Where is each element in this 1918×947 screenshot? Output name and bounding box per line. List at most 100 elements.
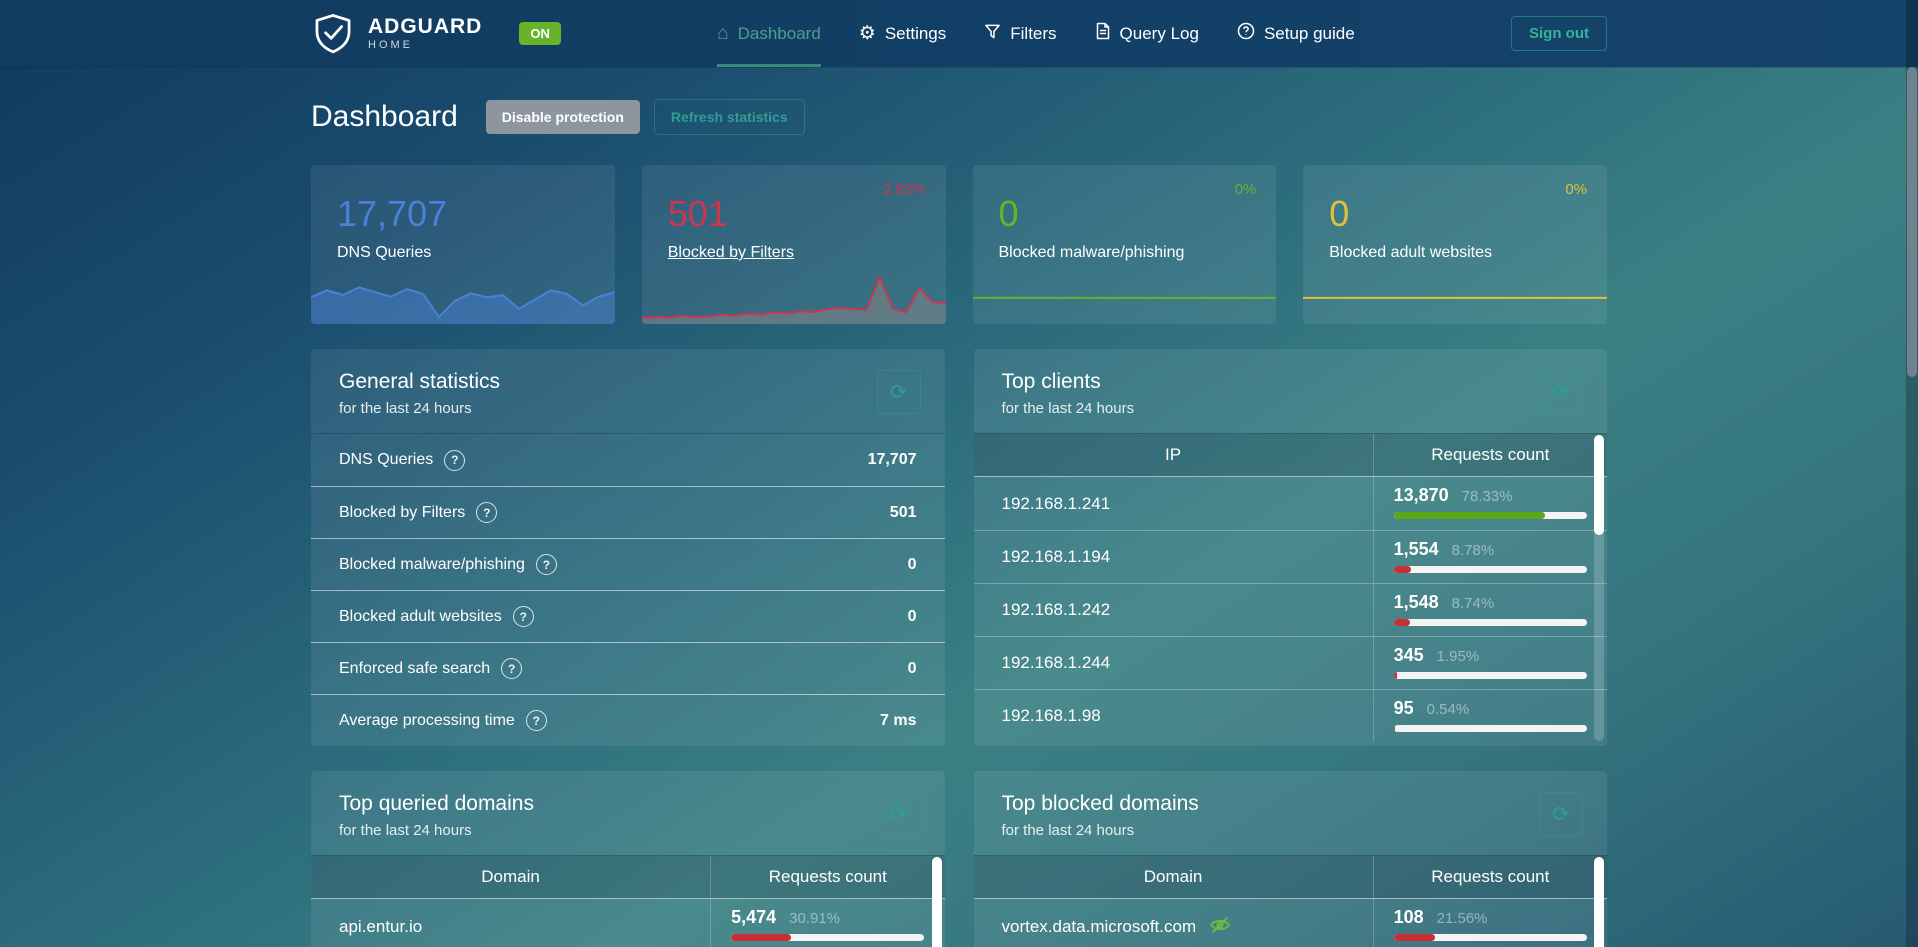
- nav-item-setup-guide[interactable]: Setup guide: [1237, 0, 1355, 67]
- stat-percent: 2.83%: [883, 181, 926, 198]
- page-title: Dashboard: [311, 100, 458, 134]
- help-circle-icon: [1237, 22, 1255, 45]
- blocked-by-filters-link[interactable]: Blocked by Filters: [668, 244, 794, 262]
- requests-bar: [1394, 725, 1587, 732]
- top-blocked-domains-panel: Top blocked domains for the last 24 hour…: [974, 771, 1608, 947]
- stat-row-safe-search: Enforced safe search? 0: [311, 642, 945, 694]
- stat-label: DNS Queries: [337, 244, 615, 262]
- help-icon[interactable]: ?: [536, 554, 557, 575]
- stat-card-blocked-malware: 0% 0 Blocked malware/phishing: [973, 165, 1277, 324]
- refresh-icon[interactable]: ⟳: [1539, 370, 1583, 414]
- scrollbar-thumb[interactable]: [932, 857, 942, 947]
- page-title-row: Dashboard Disable protection Refresh sta…: [311, 97, 1607, 137]
- panel-title: Top clients: [1002, 370, 1580, 394]
- client-row: 192.168.1.244 3451.95%: [974, 636, 1608, 689]
- domain-row: api.entur.io 5,47430.91%: [311, 899, 945, 947]
- blocked-adult-sparkline-chart: [1303, 266, 1607, 324]
- stat-row-processing-time: Average processing time? 7 ms: [311, 694, 945, 746]
- panel-title: Top queried domains: [339, 792, 917, 816]
- table-header: IP Requests count: [974, 433, 1608, 477]
- stat-percent: 0%: [1565, 181, 1587, 198]
- requests-bar: [1394, 672, 1587, 679]
- gear-icon: ⚙: [859, 24, 876, 43]
- stat-value: 0: [999, 193, 1277, 235]
- stat-card-blocked-by-filters: 2.83% 501 Blocked by Filters: [642, 165, 946, 324]
- document-icon: [1095, 22, 1111, 45]
- stat-value: 501: [668, 193, 946, 235]
- table-header: Domain Requests count: [974, 855, 1608, 899]
- window-scrollbar-thumb[interactable]: [1907, 67, 1917, 377]
- nav-item-filters[interactable]: Filters: [984, 0, 1056, 67]
- eye-off-icon[interactable]: [1208, 913, 1232, 942]
- panel-title: General statistics: [339, 370, 917, 394]
- general-statistics-panel: General statistics for the last 24 hours…: [311, 349, 945, 746]
- panel-title: Top blocked domains: [1002, 792, 1580, 816]
- blocked-malware-sparkline-chart: [973, 266, 1277, 324]
- home-icon: ⌂: [717, 24, 728, 43]
- help-icon[interactable]: ?: [501, 658, 522, 679]
- adguard-shield-logo-icon: [311, 13, 355, 55]
- brand-name: ADGUARD: [368, 16, 482, 37]
- stat-row-blocked-adult: Blocked adult websites? 0: [311, 590, 945, 642]
- help-icon[interactable]: ?: [476, 502, 497, 523]
- top-clients-panel: Top clients for the last 24 hours ⟳ IP R…: [974, 349, 1608, 746]
- refresh-icon[interactable]: ⟳: [877, 370, 921, 414]
- requests-bar: [1394, 619, 1587, 626]
- stat-value: 17,707: [337, 193, 615, 235]
- stat-cards-row: 17,707 DNS Queries 2.83% 501 Blocked by …: [311, 165, 1607, 324]
- stat-row-dns-queries: DNS Queries? 17,707: [311, 434, 945, 486]
- panel-subtitle: for the last 24 hours: [339, 822, 917, 839]
- nav-item-query-log[interactable]: Query Log: [1095, 0, 1199, 67]
- help-icon[interactable]: ?: [526, 710, 547, 731]
- panel-subtitle: for the last 24 hours: [1002, 400, 1580, 417]
- window-scrollbar[interactable]: [1906, 0, 1918, 947]
- brand: ADGUARD HOME ON: [311, 0, 561, 67]
- scrollbar-thumb[interactable]: [1594, 857, 1604, 947]
- top-queried-domains-panel: Top queried domains for the last 24 hour…: [311, 771, 945, 947]
- scrollbar-thumb[interactable]: [1594, 435, 1604, 535]
- top-nav-bar: ADGUARD HOME ON ⌂ Dashboard ⚙ Settings: [0, 0, 1918, 67]
- client-row: 192.168.1.242 1,5488.74%: [974, 583, 1608, 636]
- help-icon[interactable]: ?: [513, 606, 534, 627]
- stat-row-blocked-filters: Blocked by Filters? 501: [311, 486, 945, 538]
- client-row: 192.168.1.194 1,5548.78%: [974, 530, 1608, 583]
- dns-queries-sparkline-chart: [311, 266, 615, 324]
- nav-item-dashboard[interactable]: ⌂ Dashboard: [717, 0, 821, 67]
- panel-subtitle: for the last 24 hours: [339, 400, 917, 417]
- sign-out-button[interactable]: Sign out: [1511, 16, 1607, 51]
- requests-bar: [1394, 934, 1587, 941]
- refresh-statistics-button[interactable]: Refresh statistics: [654, 99, 805, 135]
- domain-row: vortex.data.microsoft.com 10821.56%: [974, 899, 1608, 947]
- stat-card-dns-queries: 17,707 DNS Queries: [311, 165, 615, 324]
- panel-subtitle: for the last 24 hours: [1002, 822, 1580, 839]
- panels-row-1: General statistics for the last 24 hours…: [311, 349, 1607, 746]
- stat-value: 0: [1329, 193, 1607, 235]
- panel-scrollbar[interactable]: [1594, 857, 1604, 947]
- brand-subtitle: HOME: [368, 40, 482, 51]
- client-row: 192.168.1.98 950.54%: [974, 689, 1608, 742]
- requests-bar: [731, 934, 924, 941]
- panel-scrollbar[interactable]: [1594, 435, 1604, 741]
- stat-card-blocked-adult: 0% 0 Blocked adult websites: [1303, 165, 1607, 324]
- protection-status-badge: ON: [519, 22, 561, 45]
- refresh-icon[interactable]: ⟳: [877, 792, 921, 836]
- stat-label: Blocked malware/phishing: [999, 244, 1277, 262]
- help-icon[interactable]: ?: [444, 450, 465, 471]
- panel-scrollbar[interactable]: [932, 857, 942, 947]
- requests-bar: [1394, 566, 1587, 573]
- blocked-filters-sparkline-chart: [642, 266, 946, 324]
- filter-funnel-icon: [984, 23, 1001, 45]
- adguard-home-dashboard: ADGUARD HOME ON ⌂ Dashboard ⚙ Settings: [0, 0, 1918, 947]
- client-row: 192.168.1.241 13,87078.33%: [974, 477, 1608, 530]
- nav-item-settings[interactable]: ⚙ Settings: [859, 0, 946, 67]
- stat-row-blocked-malware: Blocked malware/phishing? 0: [311, 538, 945, 590]
- refresh-icon[interactable]: ⟳: [1539, 792, 1583, 836]
- stat-label: Blocked adult websites: [1329, 244, 1607, 262]
- panels-row-2: Top queried domains for the last 24 hour…: [311, 771, 1607, 947]
- main-nav: ⌂ Dashboard ⚙ Settings Filters: [561, 0, 1511, 67]
- requests-bar: [1394, 512, 1587, 519]
- stat-percent: 0%: [1235, 181, 1257, 198]
- disable-protection-button[interactable]: Disable protection: [486, 100, 640, 134]
- dashboard-content: Dashboard Disable protection Refresh sta…: [311, 97, 1607, 947]
- table-header: Domain Requests count: [311, 855, 945, 899]
